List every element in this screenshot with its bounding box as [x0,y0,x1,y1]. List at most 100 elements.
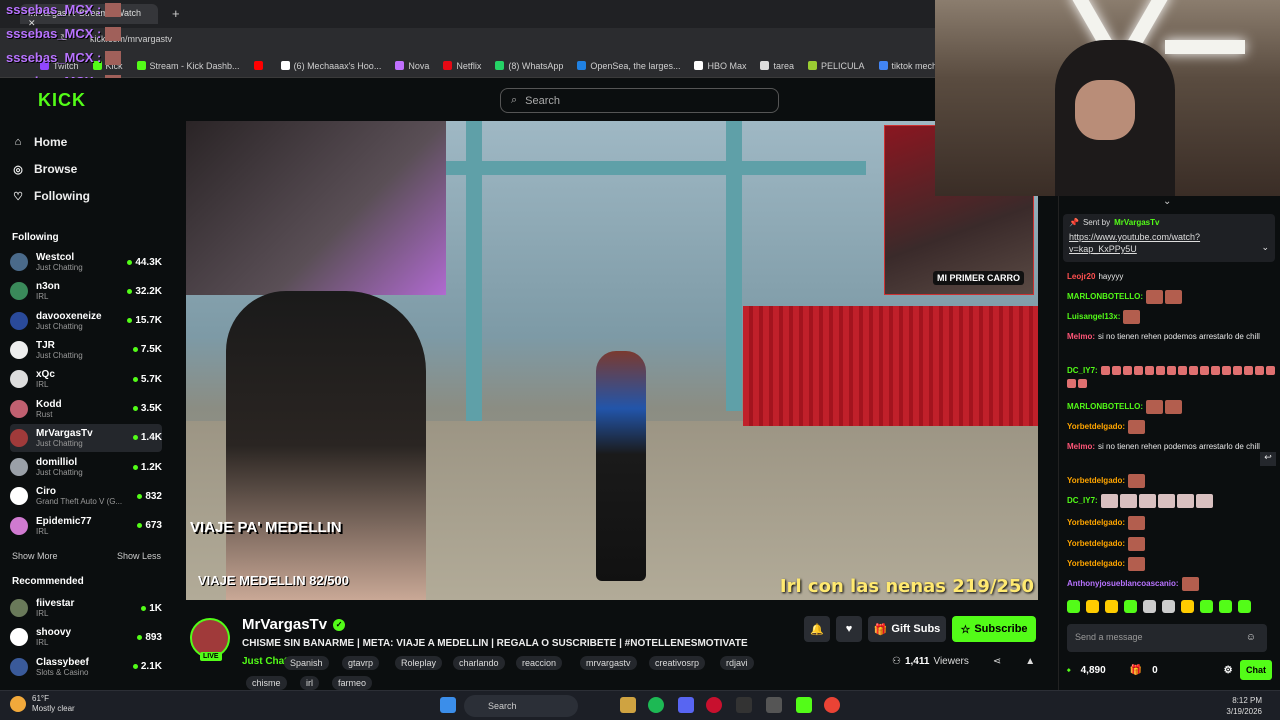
expand-icon[interactable]: ⌄ [1261,242,1269,253]
share-icon[interactable]: ⋖ [993,656,1001,667]
channel-item[interactable]: davooxeneize Just Chatting 15.7K [10,307,162,335]
channel-item[interactable]: Kodd Rust 3.5K [10,395,162,423]
tag-chip[interactable]: gtavrp [342,656,380,670]
bookmark-item[interactable]: Stream - Kick Dashb... [136,61,240,71]
emoji-icon[interactable]: ☺ [1246,632,1256,643]
channel-item[interactable]: n3on IRL 32.2K [10,277,162,305]
tag-chip[interactable]: Roleplay [395,656,443,670]
discord-icon[interactable] [678,697,694,713]
bookmark-item[interactable]: Netflix [443,61,481,71]
chevron-down-icon[interactable]: ⌄ [1163,196,1171,207]
tag-chip[interactable]: creativosrp [649,656,706,670]
tag-chip[interactable]: Spanish [284,656,329,670]
tag-chip[interactable]: charlando [453,656,505,670]
pinned-link[interactable]: https://www.youtube.com/watch?v=kap_KxPP… [1069,231,1239,255]
epic-games-icon[interactable] [736,697,752,713]
subscribe-button[interactable]: ☆ Subscribe [952,616,1036,642]
channel-item[interactable]: domilliol Just Chatting 1.2K [10,453,162,481]
chat-input[interactable]: Send a message [1067,624,1267,652]
quick-emote-icon[interactable] [1238,600,1251,613]
channel-item[interactable]: Westcol Just Chatting 44.3K [10,248,162,276]
tag-chip[interactable]: irl [300,676,319,690]
chat-username[interactable]: Yorbetdelgado: [1067,539,1125,548]
bell-icon[interactable]: 🔔 [804,616,830,642]
windows-start-icon[interactable] [440,697,456,713]
chat-send-button[interactable]: Chat [1240,660,1272,680]
show-more-button[interactable]: Show More [12,551,58,561]
kick-app-icon[interactable] [796,697,812,713]
chat-username[interactable]: DC_IY7: [1067,496,1098,505]
quick-emote-icon[interactable] [1219,600,1232,613]
points-icon[interactable]: ⬩ [1067,665,1071,676]
channel-item[interactable]: TJR Just Chatting 7.5K [10,336,162,364]
channel-item[interactable]: Classybeef Slots & Casino 2.1K [10,653,162,681]
quick-emote-icon[interactable] [1181,600,1194,613]
quick-emote-icon[interactable] [1143,600,1156,613]
show-less-button[interactable]: Show Less [117,551,161,561]
file-explorer-icon[interactable] [620,697,636,713]
points-value[interactable]: 4,890 [1081,665,1106,676]
tag-chip[interactable]: chisme [246,676,287,690]
channel-item[interactable]: xQc IRL 5.7K [10,365,162,393]
chat-username[interactable]: Yorbetdelgado: [1067,476,1125,485]
reply-icon[interactable]: ↩ [1260,452,1276,466]
chat-username[interactable]: Yorbetdelgado: [1067,422,1125,431]
report-icon[interactable]: ▲ [1025,656,1035,667]
opera-icon[interactable] [706,697,722,713]
video-player[interactable]: MI PRIMER CARRO VIAJE PA' MEDELLIN VIAJE… [186,121,1038,600]
nav-home[interactable]: ⌂ Home [12,135,68,149]
quick-emote-icon[interactable] [1124,600,1137,613]
bookmark-item[interactable]: PELICULA [807,61,865,71]
pinned-sender[interactable]: MrVargasTv [1114,218,1159,227]
bookmark-item[interactable] [253,61,267,70]
chat-username[interactable]: Yorbetdelgado: [1067,518,1125,527]
channel-item[interactable]: fiivestar IRL 1K [10,594,162,622]
channel-item[interactable]: Epidemic77 IRL 673 [10,512,162,540]
chat-username[interactable]: Melmo: [1067,332,1095,341]
channel-item[interactable]: Ciro Grand Theft Auto V (G... 832 [10,482,162,510]
gift-icon[interactable]: 🎁 [1130,665,1142,676]
address-bar[interactable]: ↻ kick.com/mrvargastv [0,28,935,54]
channel-item[interactable]: shoovy IRL 893 [10,623,162,651]
gift-subs-button[interactable]: 🎁 Gift Subs [868,616,946,642]
bookmark-item[interactable]: Nova [395,61,429,71]
kick-logo[interactable]: KICK [38,90,86,111]
chrome-icon[interactable] [824,697,840,713]
bookmark-item[interactable]: (6) Mechaaax's Hoo... [280,61,381,71]
quick-emote-icon[interactable] [1105,600,1118,613]
tag-chip[interactable]: mrvargastv [580,656,637,670]
nav-browse[interactable]: ◎ Browse [12,162,77,176]
channel-item[interactable]: MrVargasTv Just Chatting 1.4K [10,423,162,452]
bookmark-item[interactable]: tarea [760,61,794,71]
quick-emote-icon[interactable] [1162,600,1175,613]
spotify-icon[interactable] [648,697,664,713]
nav-following[interactable]: ♡ Following [12,189,90,203]
bookmark-item[interactable]: (8) WhatsApp [495,61,563,71]
chat-username[interactable]: MARLONBOTELLO: [1067,402,1143,411]
bookmark-item[interactable]: tiktok mechax - Go... [878,61,935,71]
heart-follow-icon[interactable]: ♥ [836,616,862,642]
steam-icon[interactable] [766,697,782,713]
chat-username[interactable]: MARLONBOTELLO: [1067,292,1143,301]
tag-chip[interactable]: reaccion [516,656,563,670]
tag-chip[interactable]: farmeo [332,676,373,690]
tag-chip[interactable]: rdjavi [720,656,754,670]
chat-username[interactable]: Luisangel13x: [1067,312,1120,321]
quick-emote-icon[interactable] [1200,600,1213,613]
chat-username[interactable]: DC_IY7: [1067,366,1098,375]
weather-widget[interactable]: 61°F Mostly clear [10,694,75,714]
bookmark-item[interactable]: HBO Max [694,61,746,71]
chat-username[interactable]: Leojr20 [1067,272,1095,281]
bookmark-item[interactable]: OpenSea, the larges... [577,61,680,71]
quick-emote-icon[interactable] [1086,600,1099,613]
search-input[interactable]: ⌕ Search [500,88,779,113]
chat-username[interactable]: Yorbetdelgado: [1067,559,1125,568]
chat-username[interactable]: Melmo: [1067,442,1095,451]
chat-username[interactable]: Anthonyjosueblancoascanio: [1067,579,1179,588]
system-clock[interactable]: 8:12 PM 3/19/2026 [1226,695,1262,717]
gear-icon[interactable]: ⚙ [1224,665,1233,676]
taskbar-search[interactable]: Search [464,695,578,717]
streamer-name[interactable]: MrVargasTv ✓ [242,616,346,633]
quick-emote-icon[interactable] [1067,600,1080,613]
new-tab-button[interactable]: + [172,6,180,21]
